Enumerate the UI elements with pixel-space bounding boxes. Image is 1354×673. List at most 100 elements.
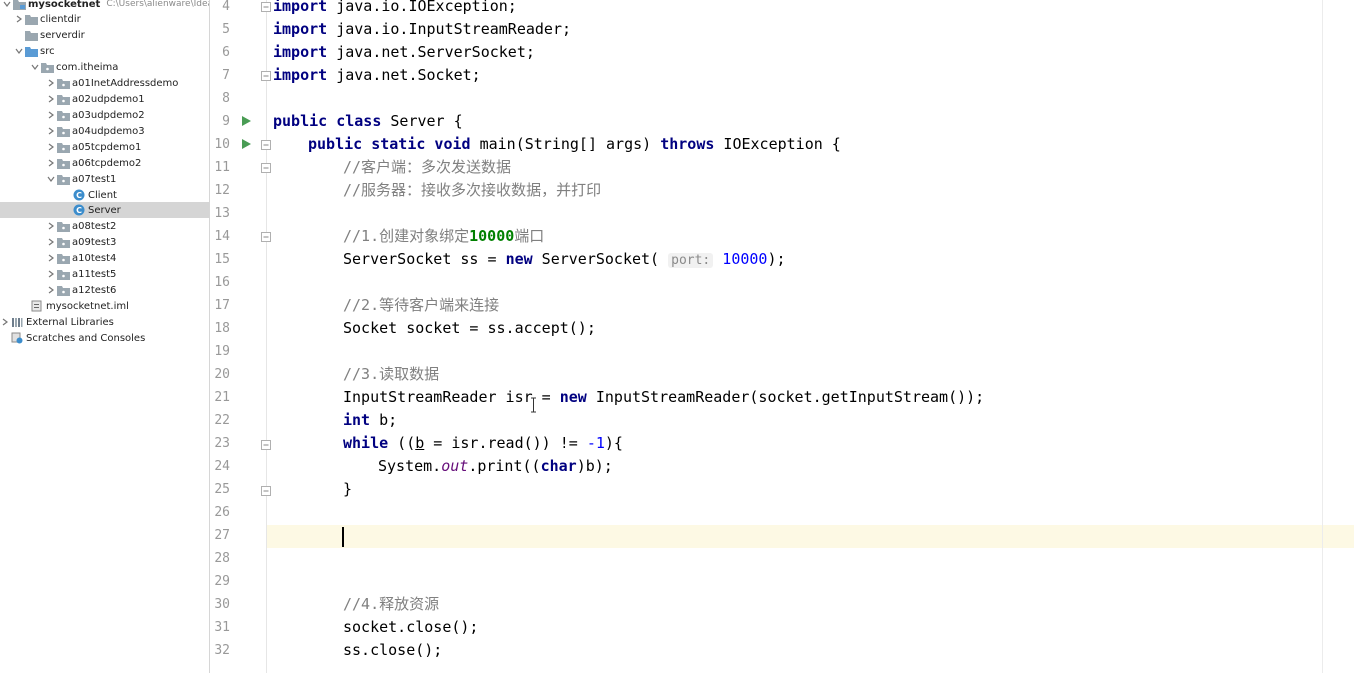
tree-item-a04[interactable]: a04udpdemo3 [0,123,209,139]
package-icon [56,91,70,107]
package-icon [56,234,70,250]
tree-item-label: Server [88,204,121,216]
code-line-32[interactable]: ss.close(); [343,639,442,662]
code-line-14[interactable]: //1.创建对象绑定10000端口 [343,225,544,248]
code-line-22[interactable]: int b; [343,409,397,432]
tree-item-a03[interactable]: a03udpdemo2 [0,107,209,123]
tree-item-server[interactable]: C Server [0,202,209,218]
chevron-right-icon[interactable] [46,75,56,91]
line-number: 28 [214,551,230,566]
code-line-20[interactable]: //3.读取数据 [343,363,439,386]
chevron-right-icon[interactable] [46,234,56,250]
tree-item-label: a11test5 [72,268,117,280]
tree-item-a08[interactable]: a08test2 [0,218,209,234]
mouse-ibeam-cursor-icon [531,397,536,413]
tree-item-com-itheima[interactable]: com.itheima [0,59,209,75]
chevron-down-icon[interactable] [46,171,56,187]
tree-item-iml[interactable]: mysocketnet.iml [0,298,209,314]
line-number: 24 [214,459,230,474]
run-gutter-icon[interactable] [240,115,252,127]
folder-icon [24,11,38,27]
tree-item-label: a03udpdemo2 [72,109,145,121]
tree-item-label: a10test4 [72,252,117,264]
tree-item-a10[interactable]: a10test4 [0,250,209,266]
tree-item-clientdir[interactable]: clientdir [0,11,209,27]
tree-item-a02[interactable]: a02udpdemo1 [0,91,209,107]
code-line-31[interactable]: socket.close(); [343,616,478,639]
code-line-12[interactable]: //服务器：接收多次接收数据，并打印 [343,179,601,202]
tree-item-label: a02udpdemo1 [72,93,145,105]
tree-item-label: Client [88,189,117,201]
chevron-right-icon[interactable] [46,250,56,266]
code-line-25[interactable]: } [343,478,352,501]
chevron-right-icon[interactable] [46,266,56,282]
tree-item-label: a01InetAddressdemo [72,77,179,89]
chevron-right-icon[interactable] [0,314,10,330]
code-line-6[interactable]: import java.net.ServerSocket; [273,41,535,64]
tree-item-a09[interactable]: a09test3 [0,234,209,250]
tree-item-external-libraries[interactable]: External Libraries [0,314,209,330]
tree-item-client[interactable]: C Client [0,187,209,203]
line-number: 22 [214,413,230,428]
code-line-10[interactable]: public static void main(String[] args) t… [308,133,841,156]
code-line-23[interactable]: while ((b = isr.read()) != -1){ [343,432,623,455]
line-number: 29 [214,574,230,589]
code-line-24[interactable]: System.out.print((char)b); [378,455,613,478]
line-number: 8 [222,91,230,106]
code-line-18[interactable]: Socket socket = ss.accept(); [343,317,596,340]
line-number: 16 [214,275,230,290]
java-class-icon: C [72,187,86,203]
source-folder-icon [24,43,38,59]
chevron-right-icon[interactable] [46,282,56,298]
tree-item-a01[interactable]: a01InetAddressdemo [0,75,209,91]
line-number: 31 [214,620,230,635]
chevron-right-icon[interactable] [46,91,56,107]
chevron-down-icon[interactable] [30,59,40,75]
code-line-21[interactable]: InputStreamReader isr = new InputStreamR… [343,386,984,409]
line-number: 9 [222,114,230,129]
line-number: 20 [214,367,230,382]
line-number: 30 [214,597,230,612]
code-line-17[interactable]: //2.等待客户端来连接 [343,294,499,317]
line-number: 14 [214,229,230,244]
chevron-right-icon[interactable] [14,11,24,27]
tree-item-serverdir[interactable]: serverdir [0,27,209,43]
chevron-right-icon[interactable] [46,139,56,155]
tree-item-label: External Libraries [26,316,114,328]
tree-item-a11[interactable]: a11test5 [0,266,209,282]
tree-item-label: mysocketnet.iml [46,300,129,312]
tree-item-label: a04udpdemo3 [72,125,145,137]
run-gutter-icon[interactable] [240,138,252,150]
tree-item-a06[interactable]: a06tcpdemo2 [0,155,209,171]
chevron-right-icon[interactable] [46,155,56,171]
code-line-5[interactable]: import java.io.InputStreamReader; [273,18,571,41]
chevron-right-icon[interactable] [46,218,56,234]
tree-item-a07test1[interactable]: a07test1 [0,171,209,187]
code-line-30[interactable]: //4.释放资源 [343,593,439,616]
line-number: 32 [214,643,230,658]
package-icon [56,266,70,282]
chevron-right-icon[interactable] [46,123,56,139]
code-line-9[interactable]: public class Server { [273,110,463,133]
package-icon [56,123,70,139]
code-line-15[interactable]: ServerSocket ss = new ServerSocket( port… [343,248,786,271]
package-icon [40,59,54,75]
chevron-right-icon[interactable] [46,107,56,123]
package-icon [56,75,70,91]
code-editor[interactable]: import java.io.IOException; import java.… [267,0,1354,673]
tree-item-scratches[interactable]: Scratches and Consoles [0,330,209,346]
tree-item-src[interactable]: src [0,43,209,59]
tree-item-a05[interactable]: a05tcpdemo1 [0,139,209,155]
code-line-11[interactable]: //客户端：多次发送数据 [343,156,511,179]
java-class-icon: C [72,202,86,218]
svg-text:C: C [76,206,82,215]
tree-item-label: a06tcpdemo2 [72,157,142,169]
code-line-7[interactable]: import java.net.Socket; [273,64,481,87]
chevron-down-icon[interactable] [14,43,24,59]
code-line-4[interactable]: import java.io.IOException; [273,0,517,18]
package-icon [56,107,70,123]
text-caret [342,527,344,547]
project-tool-window: mysocketnet C:\Users\alienware\Ideal cli… [0,0,210,673]
line-number: 27 [214,528,230,543]
tree-item-a12[interactable]: a12test6 [0,282,209,298]
